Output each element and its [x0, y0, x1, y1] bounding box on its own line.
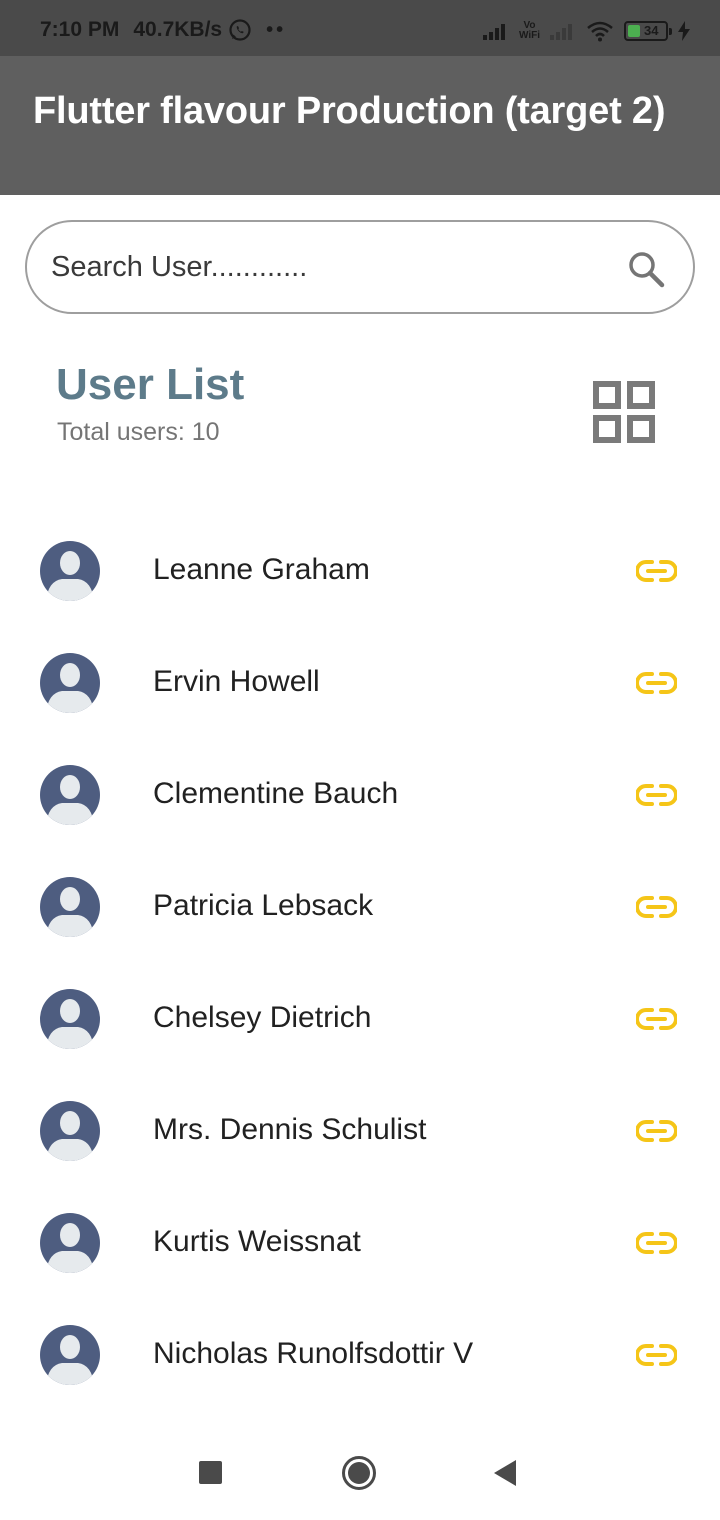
user-list-item[interactable]: Clementine Bauch — [0, 739, 720, 851]
user-name: Ervin Howell — [153, 665, 320, 698]
person-avatar-icon — [40, 1101, 100, 1161]
user-list-item[interactable]: Nicholas Runolfsdottir V — [0, 1299, 720, 1411]
grid-view-icon[interactable] — [593, 381, 655, 443]
list-title: User List — [56, 360, 245, 409]
signal-icon — [482, 24, 505, 40]
user-list-item[interactable]: Kurtis Weissnat — [0, 1187, 720, 1299]
square-icon[interactable] — [199, 1461, 222, 1484]
user-list-item[interactable]: Patricia Lebsack — [0, 851, 720, 963]
app-bar: Flutter flavour Production (target 2) — [0, 56, 720, 195]
link-icon[interactable] — [636, 1006, 677, 1032]
battery-indicator: 34 — [624, 21, 672, 41]
link-icon[interactable] — [636, 894, 677, 920]
person-avatar-icon — [40, 653, 100, 713]
wifi-icon — [587, 21, 613, 42]
system-nav-bar — [0, 1424, 720, 1520]
link-icon[interactable] — [636, 1118, 677, 1144]
user-list-item[interactable]: Mrs. Dennis Schulist — [0, 1075, 720, 1187]
link-icon[interactable] — [636, 1230, 677, 1256]
status-bar: 7:10 PM 40.7KB/s •• Vo WiFi 34 — [0, 0, 720, 56]
whatsapp-icon — [229, 19, 251, 41]
user-list-item[interactable]: Chelsey Dietrich — [0, 963, 720, 1075]
search-input[interactable] — [51, 244, 611, 290]
person-avatar-icon — [40, 877, 100, 937]
app-title: Flutter flavour Production (target 2) — [33, 90, 666, 132]
user-name: Leanne Graham — [153, 553, 370, 586]
circle-icon[interactable] — [341, 1455, 377, 1491]
battery-percent: 34 — [644, 23, 659, 38]
status-network-speed: 40.7KB/s — [133, 18, 223, 41]
link-icon[interactable] — [636, 782, 677, 808]
status-time: 7:10 PM — [40, 18, 120, 41]
user-name: Kurtis Weissnat — [153, 1225, 361, 1258]
charging-icon — [678, 21, 690, 41]
search-box[interactable] — [25, 220, 695, 314]
vowifi-indicator: Vo WiFi — [519, 21, 540, 41]
battery-fill — [628, 25, 640, 37]
link-icon[interactable] — [636, 1342, 677, 1368]
person-avatar-icon — [40, 541, 100, 601]
link-icon[interactable] — [636, 670, 677, 696]
triangle-back-icon[interactable] — [492, 1458, 518, 1488]
status-left: 7:10 PM 40.7KB/s •• — [40, 18, 286, 42]
vowifi-line2: WiFi — [518, 30, 540, 41]
signal-weak-icon — [550, 24, 572, 40]
user-list-item[interactable]: Ervin Howell — [0, 627, 720, 739]
person-avatar-icon — [40, 989, 100, 1049]
status-right: Vo WiFi 34 — [482, 20, 690, 42]
total-users-count: Total users: 10 — [57, 418, 220, 446]
user-name: Mrs. Dennis Schulist — [153, 1113, 427, 1146]
search-icon[interactable] — [627, 250, 665, 288]
person-avatar-icon — [40, 1325, 100, 1385]
user-name: Nicholas Runolfsdottir V — [153, 1337, 474, 1370]
status-more-dots: •• — [266, 18, 287, 41]
user-list-item[interactable]: Leanne Graham — [0, 515, 720, 627]
person-avatar-icon — [40, 1213, 100, 1273]
link-icon[interactable] — [636, 558, 677, 584]
user-name: Patricia Lebsack — [153, 889, 374, 922]
person-avatar-icon — [40, 765, 100, 825]
user-name: Chelsey Dietrich — [153, 1001, 372, 1034]
user-name: Clementine Bauch — [153, 777, 399, 810]
